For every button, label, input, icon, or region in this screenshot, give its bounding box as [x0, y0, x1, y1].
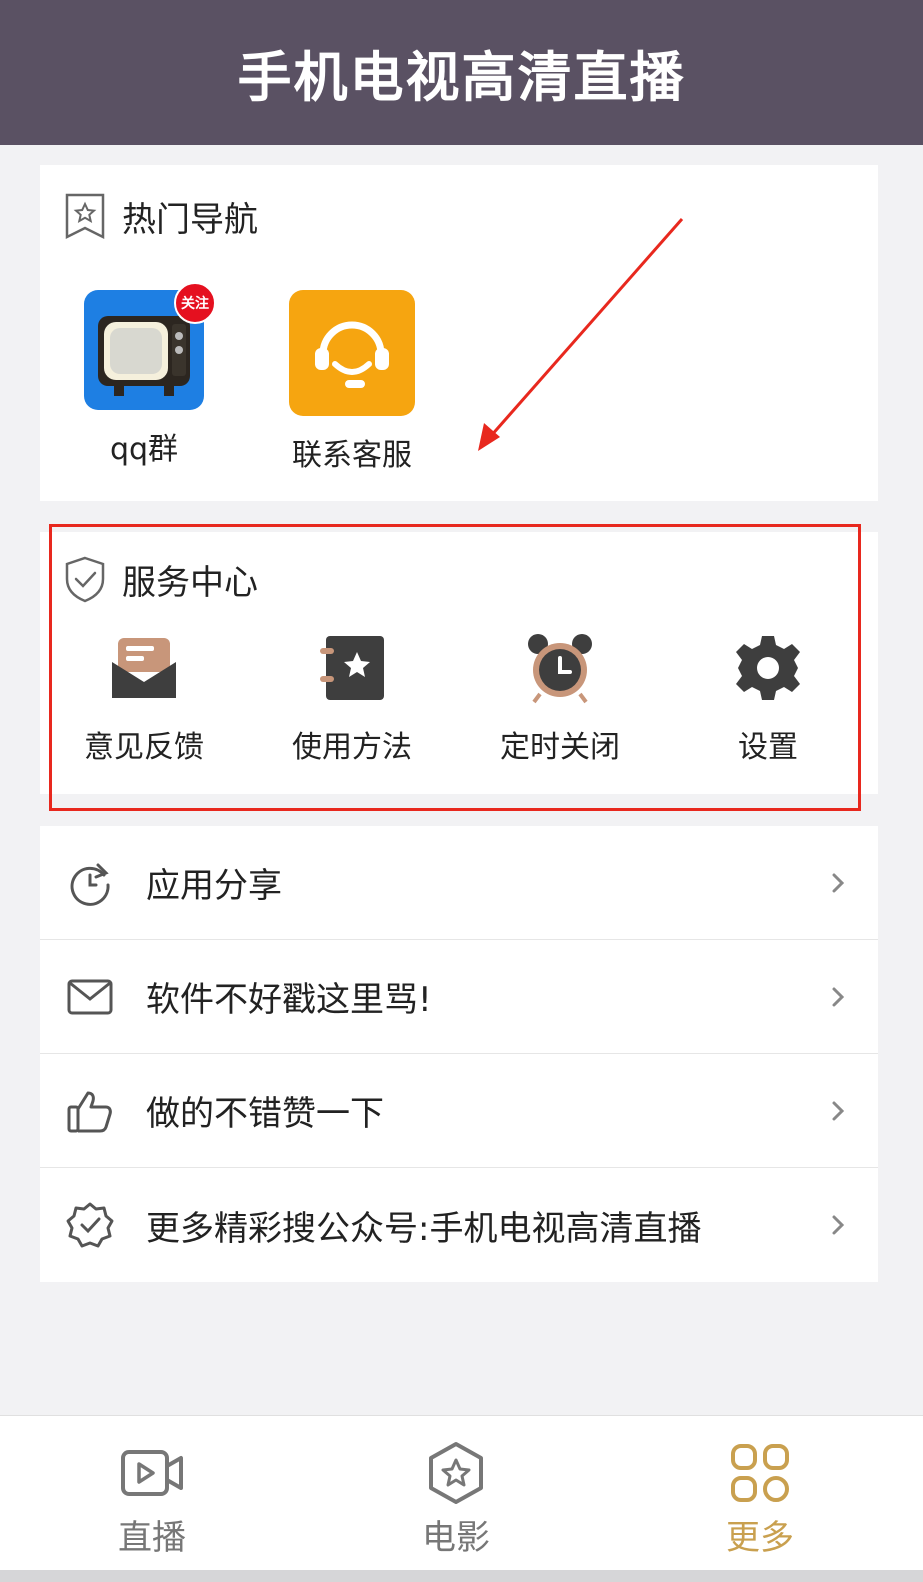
bookmark-star-icon	[65, 193, 105, 240]
service-feedback[interactable]: 意见反馈	[64, 632, 224, 766]
menu-item-complain[interactable]: 软件不好戳这里骂!	[40, 940, 878, 1054]
nav-item-customer-service[interactable]: 联系客服	[282, 290, 422, 474]
service-center-title: 服务中心	[122, 562, 258, 603]
menu-list: 应用分享 软件不好戳这里骂! 做的不错赞一下 更多精彩搜公众号:手机电视高清直播	[40, 826, 878, 1282]
nav-item-label: qq群	[109, 432, 179, 467]
chevron-right-icon	[832, 873, 845, 892]
follow-badge: 关注	[174, 282, 216, 324]
service-label: 设置	[738, 730, 798, 765]
service-center-card: 服务中心 意见反馈 使用方法 定时关闭 设置	[40, 532, 878, 794]
hot-nav-title: 热门导航	[122, 199, 258, 240]
system-bottom-strip	[0, 1570, 923, 1582]
chevron-right-icon	[832, 1101, 845, 1120]
video-icon	[121, 1450, 183, 1496]
grid-more-icon	[731, 1444, 789, 1502]
hexagon-star-icon	[429, 1442, 483, 1504]
tab-label: 更多	[726, 1518, 794, 1558]
mailbox-icon	[112, 638, 176, 698]
tv-icon: 关注	[84, 282, 216, 410]
menu-item-like[interactable]: 做的不错赞一下	[40, 1054, 878, 1168]
menu-item-official-account[interactable]: 更多精彩搜公众号:手机电视高清直播	[40, 1168, 878, 1282]
service-settings[interactable]: 设置	[688, 632, 848, 766]
hot-nav-card: 热门导航 关注 qq群 联系客服	[40, 165, 878, 501]
tab-label: 电影	[422, 1518, 490, 1558]
nav-item-qq-group[interactable]: 关注 qq群	[74, 282, 216, 468]
menu-item-label: 做的不错赞一下	[146, 1094, 384, 1134]
service-label: 意见反馈	[84, 730, 204, 765]
alarm-clock-icon	[528, 634, 592, 704]
tab-movie[interactable]: 电影	[356, 1416, 556, 1571]
app-header: 手机电视高清直播	[0, 0, 923, 145]
gear-icon	[736, 636, 800, 700]
bottom-tab-bar: 直播 电影 更多	[0, 1415, 923, 1570]
service-label: 定时关闭	[500, 730, 620, 765]
service-timer-close[interactable]: 定时关闭	[480, 632, 640, 766]
verified-badge-icon	[66, 1202, 114, 1248]
menu-item-label: 软件不好戳这里骂!	[146, 980, 432, 1020]
annotation-arrow	[478, 218, 684, 451]
service-center-header: 服务中心	[64, 554, 258, 604]
guide-book-icon	[320, 636, 384, 700]
headset-icon	[289, 290, 415, 416]
page-title: 手机电视高清直播	[237, 46, 686, 109]
service-usage-guide[interactable]: 使用方法	[272, 632, 432, 766]
tab-more[interactable]: 更多	[660, 1416, 860, 1571]
thumbs-up-icon	[67, 1091, 112, 1132]
menu-item-label: 应用分享	[146, 866, 282, 906]
service-label: 使用方法	[292, 730, 412, 765]
refresh-share-icon	[70, 863, 110, 906]
tab-label: 直播	[118, 1518, 186, 1558]
envelope-icon	[67, 979, 113, 1014]
menu-item-share-app[interactable]: 应用分享	[40, 826, 878, 940]
nav-item-label: 联系客服	[292, 438, 412, 473]
tab-live[interactable]: 直播	[52, 1416, 252, 1571]
chevron-right-icon	[832, 987, 845, 1006]
shield-check-icon	[65, 556, 105, 603]
menu-item-label: 更多精彩搜公众号:手机电视高清直播	[146, 1208, 702, 1249]
hot-nav-header: 热门导航	[64, 191, 258, 241]
chevron-right-icon	[832, 1215, 845, 1235]
